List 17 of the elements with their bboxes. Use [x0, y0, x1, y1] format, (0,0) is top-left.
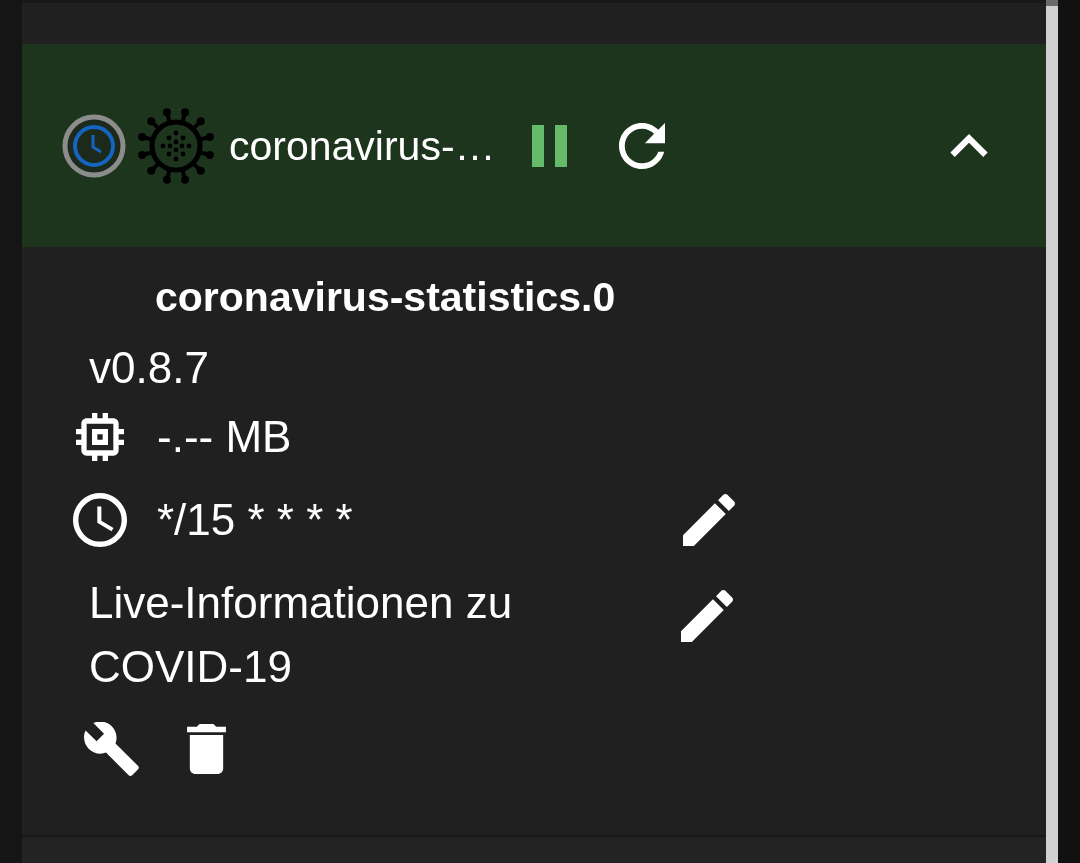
chevron-up-icon[interactable]: [950, 134, 988, 157]
clock-status-icon: [62, 113, 126, 178]
pencil-icon[interactable]: [683, 494, 735, 546]
pause-icon[interactable]: [531, 124, 567, 167]
chip-icon: [76, 413, 124, 461]
scrollbar[interactable]: [1046, 0, 1058, 863]
clock-icon: [73, 493, 127, 547]
version-text: v0.8.7: [89, 342, 209, 394]
description-text: Live-Informationen zu COVID-19: [89, 577, 514, 693]
trash-icon[interactable]: [187, 724, 226, 774]
virus-icon: [136, 105, 216, 186]
refresh-icon[interactable]: [618, 122, 665, 169]
instance-name: coronavirus-statistics.0: [155, 273, 616, 321]
memory-text: -.-- MB: [157, 411, 292, 463]
schedule-text: */15 * * * *: [157, 494, 354, 546]
pencil-icon[interactable]: [681, 590, 733, 642]
adapter-title: coronavirus-…: [229, 121, 496, 170]
